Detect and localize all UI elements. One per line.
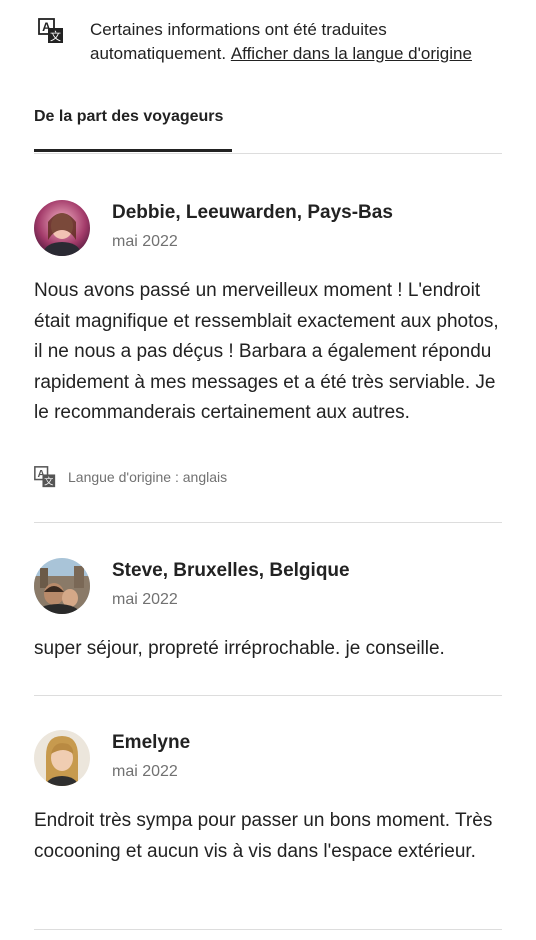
translation-notice-text: Certaines informations ont été traduites…	[90, 18, 508, 66]
original-language-info: A 文 Langue d'origine : anglais	[34, 466, 227, 488]
reviews-page: A 文 Certaines informations ont été tradu…	[0, 0, 536, 940]
avatar-image	[34, 730, 90, 786]
review-date: mai 2022	[112, 233, 178, 250]
svg-text:文: 文	[50, 29, 61, 43]
reviewer-name: Emelyne	[112, 732, 191, 753]
review-divider	[34, 522, 502, 523]
avatar-image	[34, 200, 90, 256]
avatar-image	[34, 558, 90, 614]
translate-icon: A 文	[38, 18, 63, 43]
review-text: super séjour, propreté irréprochable. je…	[34, 638, 445, 659]
reviewer-avatar[interactable]	[34, 558, 90, 614]
review-divider	[34, 695, 502, 696]
tabs-divider	[34, 153, 502, 154]
reviewer-name: Steve, Bruxelles, Belgique	[112, 560, 350, 581]
review-text: Endroit très sympa pour passer un bons m…	[34, 810, 493, 862]
reviewer-name: Debbie, Leeuwarden, Pays-Bas	[112, 202, 393, 223]
reviewer-avatar[interactable]	[34, 200, 90, 256]
tab-from-guests[interactable]: De la part des voyageurs	[34, 108, 223, 126]
svg-text:文: 文	[44, 476, 53, 488]
reviews-tabs: De la part des voyageurs	[34, 108, 502, 154]
translate-icon: A 文	[34, 466, 56, 488]
review-divider	[34, 929, 502, 930]
translation-notice: A 文 Certaines informations ont été tradu…	[38, 18, 508, 66]
review-date: mai 2022	[112, 591, 178, 608]
review-date: mai 2022	[112, 763, 178, 780]
show-original-language-link[interactable]: Afficher dans la langue d'origine	[231, 44, 472, 63]
reviewer-avatar[interactable]	[34, 730, 90, 786]
original-language-label: Langue d'origine : anglais	[68, 469, 228, 485]
active-tab-indicator	[34, 149, 232, 152]
review-text: Nous avons passé un merveilleux moment !…	[34, 280, 499, 423]
